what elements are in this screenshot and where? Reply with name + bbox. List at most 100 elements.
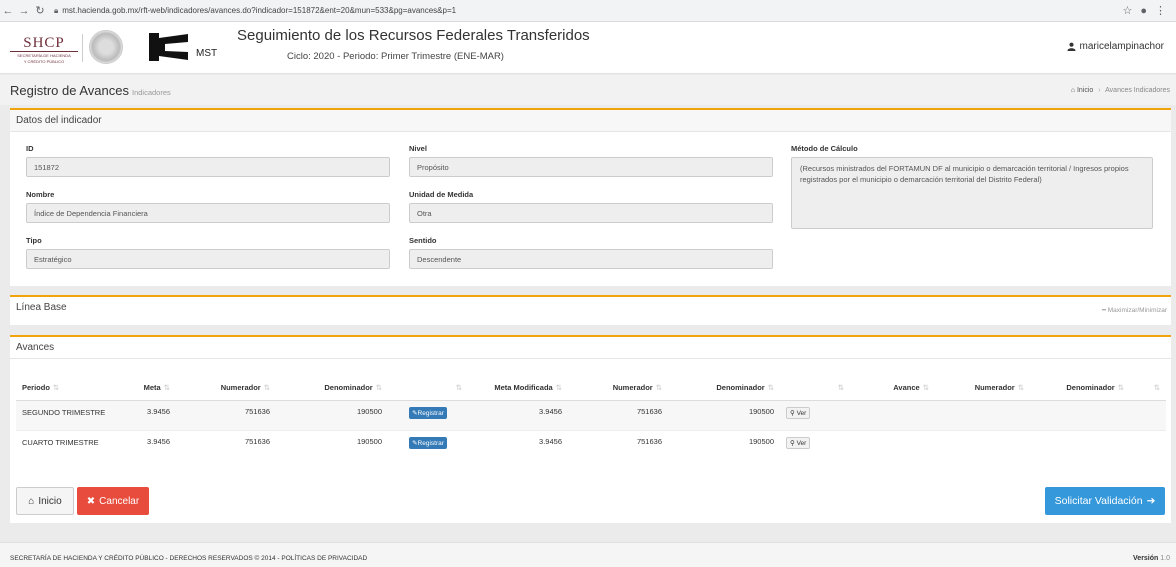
arrow-right-icon: ➔ [1146, 495, 1156, 507]
table-row: CUARTO TRIMESTRE 3.9456 751636 190500 ✎R… [16, 429, 1166, 460]
cancelar-button[interactable]: ✖ Cancelar [77, 487, 149, 515]
browser-toolbar: ← → ↻ 🔒︎ mst.hacienda.gob.mx/rft-web/ind… [0, 0, 1176, 22]
nombre-label: Nombre [26, 190, 55, 199]
ver-button[interactable]: ⚲ Ver [786, 436, 811, 449]
reload-icon[interactable]: ↻ [32, 4, 48, 17]
sort-icon: ⇅ [1117, 382, 1124, 392]
periodo-cell: CUARTO TRIMESTRE [16, 429, 114, 460]
maximize-minimize-toggle[interactable]: ━ Maximizar/Minimizar [1102, 306, 1167, 314]
avances-table: Periodo ⇅ Meta ⇅ Numerador ⇅ Denominador ⇅ ⇅… [16, 375, 1166, 460]
col-header[interactable]: Numerador ⇅ [568, 375, 668, 401]
page-header: Registro de Avances Indicadores ⌂ Inicio … [0, 75, 1176, 105]
sort-icon: ⇅ [922, 382, 929, 392]
app-subtitle: Ciclo: 2020 - Periodo: Primer Trimestre … [287, 51, 504, 62]
app-header: SHCP SECRETARÍA DE HACIENDA Y CRÉDITO PÚ… [0, 22, 1176, 74]
star-icon[interactable]: ☆ [1122, 4, 1132, 17]
tipo-label: Tipo [26, 236, 42, 245]
metodo-label: Método de Cálculo [791, 144, 858, 153]
col-header[interactable]: ⇅ [780, 375, 850, 401]
denominador-cell: 190500 [276, 399, 388, 430]
col-header[interactable]: Meta ⇅ [114, 375, 176, 401]
col-header[interactable]: Numerador ⇅ [935, 375, 1030, 401]
page-title: Registro de Avances Indicadores [10, 83, 171, 98]
col-header[interactable]: Denominador ⇅ [276, 375, 388, 401]
col-header[interactable]: Denominador ⇅ [1030, 375, 1130, 401]
numerador-cell: 751636 [568, 429, 668, 460]
menu-dots-icon[interactable]: ⋮ [1155, 4, 1166, 17]
col-header[interactable]: Periodo ⇅ [16, 375, 114, 401]
home-icon: ⌂ [28, 495, 35, 507]
lock-icon: 🔒︎ [54, 5, 59, 15]
registrar-button[interactable]: ✎Registrar [409, 436, 447, 449]
nivel-field: Propósito [409, 157, 773, 177]
close-icon: ✖ [86, 495, 96, 507]
tipo-field: Estratégico [26, 249, 390, 269]
search-icon: ⚲ [790, 409, 795, 417]
breadcrumb-current: Avances Indicadores [1105, 87, 1170, 94]
sort-icon: ⇅ [375, 382, 382, 392]
app-title: Seguimiento de los Recursos Federales Tr… [237, 27, 590, 44]
linea-base-panel: Línea Base ━ Maximizar/Minimizar [10, 295, 1171, 325]
home-icon: ⌂ [1070, 87, 1075, 94]
unidad-label: Unidad de Medida [409, 190, 474, 199]
panel-heading: Línea Base [10, 297, 1171, 319]
nivel-label: Nivel [409, 144, 427, 153]
denominador-cell [1030, 399, 1130, 430]
denominador-cell: 190500 [668, 399, 780, 430]
col-header[interactable]: ⇅ [388, 375, 468, 401]
sort-icon: ⇅ [655, 382, 662, 392]
col-header[interactable]: Meta Modificada ⇅ [468, 375, 568, 401]
avance-cell [850, 429, 935, 460]
col-header[interactable]: ⇅ [1130, 375, 1166, 401]
forward-arrow-icon[interactable]: → [16, 5, 32, 17]
version-info: Versión 1.0 [1133, 555, 1170, 562]
meta-cell: 3.9456 [114, 429, 176, 460]
metodo-textarea: (Recursos ministrados del FORTAMUN DF al… [791, 157, 1153, 229]
page-subtitle: Indicadores [132, 88, 171, 97]
user-menu[interactable]: maricelampinachor [1066, 41, 1164, 52]
ver-button[interactable]: ⚲ Ver [786, 406, 811, 419]
sort-icon: ⇅ [555, 382, 562, 392]
col-header[interactable]: Avance ⇅ [850, 375, 935, 401]
shcp-logo[interactable]: SHCP SECRETARÍA DE HACIENDA Y CRÉDITO PÚ… [10, 36, 78, 64]
numerador-cell [935, 429, 1030, 460]
sort-icon: ⇅ [163, 382, 170, 392]
breadcrumb: ⌂ Inicio › Avances Indicadores [1071, 87, 1170, 94]
back-arrow-icon[interactable]: ← [0, 5, 16, 17]
numerador-cell: 751636 [568, 399, 668, 430]
profile-icon[interactable]: ● [1140, 5, 1147, 17]
meta-modificada-cell: 3.9456 [468, 429, 568, 460]
denominador-cell [1030, 429, 1130, 460]
sentido-field: Descendente [409, 249, 773, 269]
url-text: mst.hacienda.gob.mx/rft-web/indicadores/… [62, 6, 457, 15]
denominador-cell: 190500 [668, 429, 780, 460]
unidad-field: Otra [409, 203, 773, 223]
registrar-button[interactable]: ✎Registrar [409, 406, 447, 419]
mst-logo-icon [149, 33, 188, 61]
footer-text: SECRETARÍA DE HACIENDA Y CRÉDITO PÚBLICO… [10, 555, 368, 562]
col-header[interactable]: Numerador ⇅ [176, 375, 276, 401]
inicio-button[interactable]: ⌂ Inicio [16, 487, 74, 515]
meta-cell: 3.9456 [114, 399, 176, 430]
sort-icon: ⇅ [767, 382, 774, 392]
user-icon [1066, 42, 1076, 51]
sort-icon: ⇅ [455, 382, 462, 392]
sort-icon: ⇅ [1153, 382, 1160, 392]
address-bar[interactable]: 🔒︎ mst.hacienda.gob.mx/rft-web/indicador… [54, 3, 1104, 19]
solicitar-validacion-button[interactable]: Solicitar Validación ➔ [1045, 487, 1165, 515]
meta-modificada-cell: 3.9456 [468, 399, 568, 430]
minus-icon: ━ [1102, 307, 1106, 314]
id-field: 151872 [26, 157, 390, 177]
denominador-cell: 190500 [276, 429, 388, 460]
periodo-cell: SEGUNDO TRIMESTRE [16, 399, 114, 430]
sort-icon: ⇅ [837, 382, 844, 392]
logo-divider [82, 34, 83, 62]
table-row: SEGUNDO TRIMESTRE 3.9456 751636 190500 ✎… [16, 399, 1166, 430]
sentido-label: Sentido [409, 236, 437, 245]
col-header[interactable]: Denominador ⇅ [668, 375, 780, 401]
national-seal-icon [89, 30, 123, 64]
numerador-cell: 751636 [176, 399, 276, 430]
sort-icon: ⇅ [263, 382, 270, 392]
breadcrumb-home[interactable]: Inicio [1077, 87, 1093, 94]
search-icon: ⚲ [790, 439, 795, 447]
